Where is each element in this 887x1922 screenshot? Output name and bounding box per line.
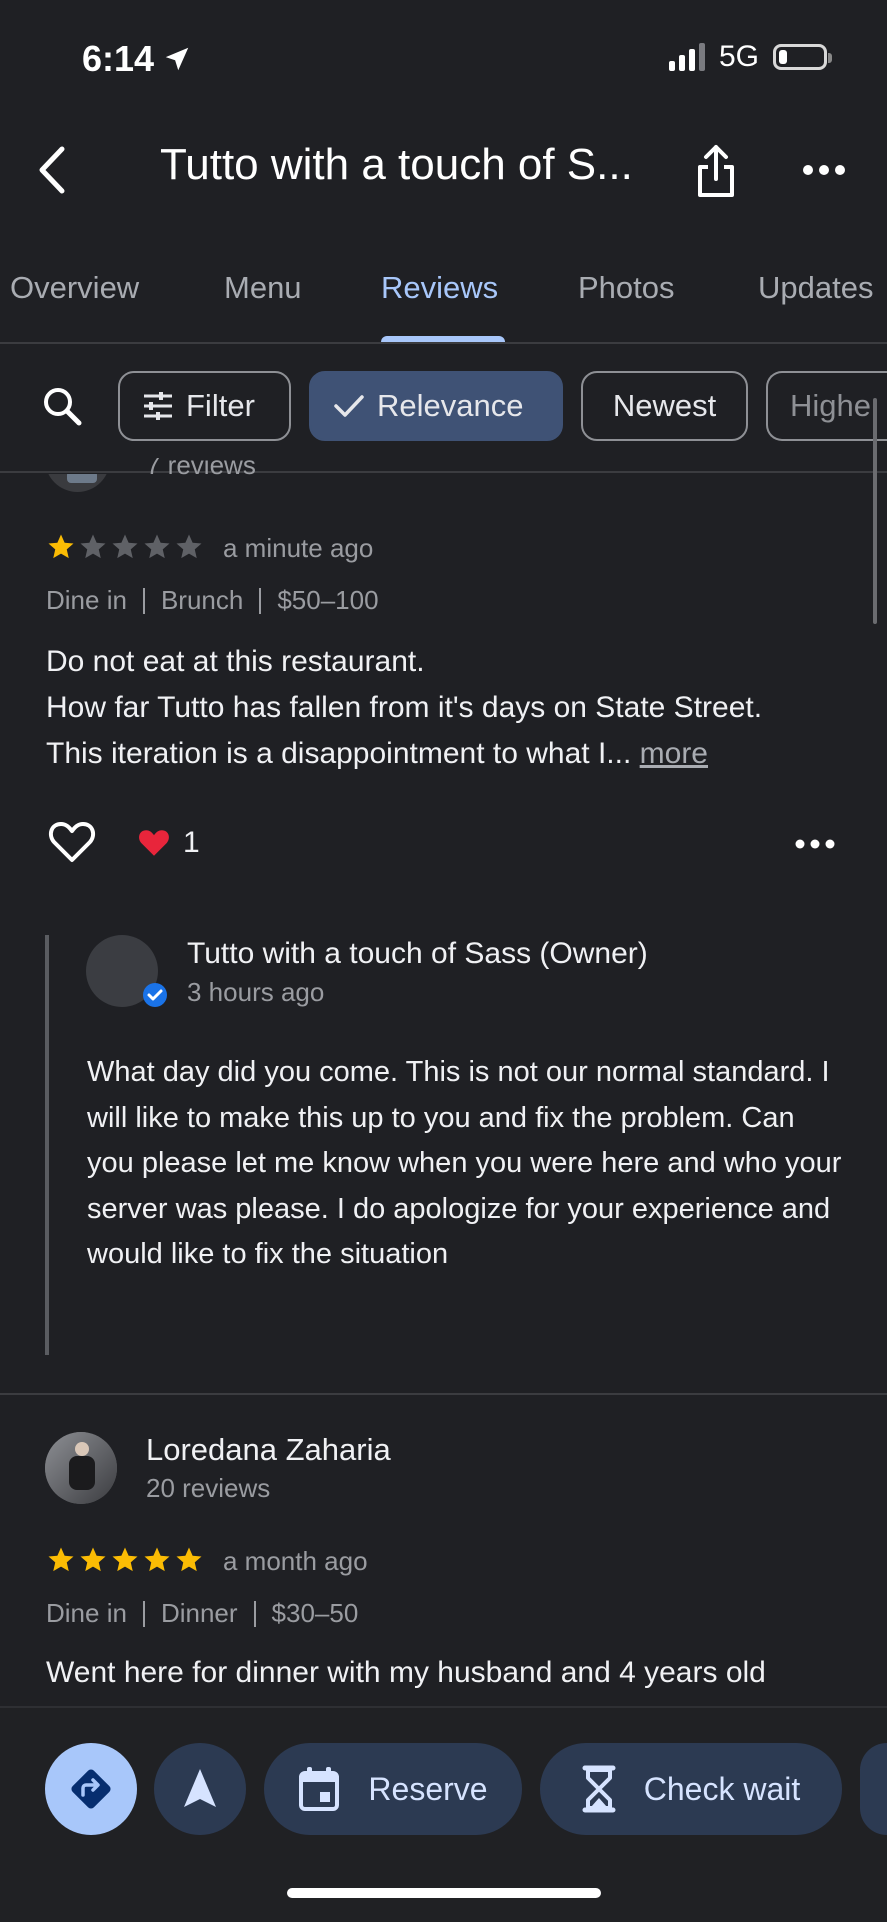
page-title: Tutto with a touch of S...: [160, 140, 633, 189]
back-arrow-icon: [39, 146, 65, 194]
relevance-chip[interactable]: Relevance: [309, 371, 563, 441]
likes-count: 1: [183, 826, 200, 859]
star-empty-icon: [112, 534, 138, 559]
highest-chip[interactable]: Highe: [766, 371, 887, 441]
filter-chip[interactable]: Filter: [118, 371, 291, 441]
reviewer2-avatar[interactable]: [45, 1432, 117, 1504]
more-options-button[interactable]: [796, 150, 852, 190]
review2-meta: Dine in Dinner $30–50: [46, 1598, 358, 1629]
back-button[interactable]: [28, 140, 74, 200]
status-time: 6:14: [82, 38, 192, 80]
reviewer2-review-count: 20 reviews: [146, 1473, 271, 1503]
directions-icon: [71, 1769, 111, 1809]
review1-line-2: How far Tutto has fallen from it's days …: [46, 691, 763, 724]
share-icon: [698, 145, 734, 197]
highest-chip-label: Highe: [790, 388, 871, 423]
active-tab-indicator: [381, 336, 505, 342]
more-horizontal-icon: [795, 839, 835, 849]
review1-rating: [46, 532, 204, 562]
search-icon: [44, 388, 82, 426]
calendar-icon: [299, 1767, 340, 1811]
newest-chip-label: Newest: [612, 388, 717, 423]
relevance-chip-label: Relevance: [377, 388, 524, 423]
tab-bar: Overview Menu Reviews Photos Updates: [0, 258, 887, 344]
navigation-arrow-icon: [184, 1769, 216, 1807]
owner-name: Tutto with a touch of Sass (Owner): [187, 937, 648, 970]
status-time-label: 6:14: [82, 38, 155, 79]
star-filled-icon: [112, 1547, 138, 1572]
hourglass-icon: [582, 1765, 616, 1813]
tab-photos[interactable]: Photos: [578, 270, 675, 306]
network-label: 5G: [718, 40, 759, 73]
review2-text: Went here for dinner with my husband and…: [46, 1656, 766, 1689]
verified-badge-icon: [142, 982, 168, 1008]
battery-icon: [773, 44, 832, 70]
meta-meal: Brunch: [160, 585, 244, 615]
start-navigation-button[interactable]: [154, 1743, 246, 1835]
heart-outline-icon: [48, 822, 96, 862]
review1-line-1: Do not eat at this restaurant.: [46, 645, 425, 678]
location-arrow-icon: [165, 47, 189, 71]
star-filled-icon: [80, 1547, 106, 1572]
home-indicator: [287, 1888, 601, 1898]
more-horizontal-icon: [803, 165, 845, 175]
share-button[interactable]: [688, 140, 744, 202]
star-empty-icon: [80, 534, 106, 559]
reserve-button[interactable]: Reserve: [264, 1743, 522, 1835]
newest-chip[interactable]: Newest: [581, 371, 748, 441]
meta-service: Dine in: [46, 1598, 127, 1628]
filter-chip-label: Filter: [186, 388, 255, 423]
star-filled-icon: [144, 1547, 170, 1572]
tune-icon: [144, 392, 172, 420]
meta-meal: Dinner: [160, 1598, 238, 1628]
review-divider: [0, 1393, 887, 1395]
review1-more-link[interactable]: more: [640, 737, 708, 770]
review2-time: a month ago: [223, 1546, 368, 1576]
reviewer-review-count: 7 reviews: [146, 458, 256, 480]
star-filled-icon: [176, 1547, 202, 1572]
meta-price: $50–100: [277, 585, 379, 615]
reviewer2-name[interactable]: Loredana Zaharia: [146, 1432, 391, 1468]
review1-text: Do not eat at this restaurant. How far T…: [46, 639, 876, 777]
status-indicators: 5G: [668, 40, 832, 74]
owner-reply-bar: [45, 935, 49, 1355]
meta-service: Dine in: [46, 585, 127, 615]
meta-price: $30–50: [271, 1598, 359, 1628]
tab-updates[interactable]: Updates: [758, 270, 873, 306]
star-filled-icon: [48, 1547, 74, 1572]
directions-button[interactable]: [45, 1743, 137, 1835]
review1-meta: Dine in Brunch $50–100: [46, 585, 379, 616]
review2-rating: [46, 1545, 204, 1575]
heart-filled-icon: [139, 830, 169, 856]
like-button[interactable]: [46, 818, 98, 866]
tab-overview[interactable]: Overview: [10, 270, 139, 306]
star-empty-icon: [144, 534, 170, 559]
owner-reply-text: What day did you come. This is not our n…: [87, 1056, 842, 1270]
review1-more-options[interactable]: [790, 830, 840, 858]
reaction-count: 1: [137, 826, 200, 860]
more-actions-pill[interactable]: [860, 1743, 887, 1835]
check-wait-label: Check wait: [643, 1770, 801, 1807]
reviewer-avatar[interactable]: [45, 474, 110, 492]
reserve-label: Reserve: [368, 1770, 488, 1807]
check-icon: [334, 395, 364, 417]
search-reviews-button[interactable]: [38, 382, 86, 430]
owner-reply-time: 3 hours ago: [187, 977, 325, 1007]
check-wait-button[interactable]: Check wait: [540, 1743, 842, 1835]
tab-menu[interactable]: Menu: [224, 270, 302, 306]
scrollbar[interactable]: [873, 398, 877, 624]
star-filled-icon: [48, 534, 74, 559]
star-empty-icon: [176, 534, 202, 559]
signal-icon: [668, 43, 705, 71]
review1-time: a minute ago: [223, 533, 374, 563]
review1-line-3: This iteration is a disappointment to wh…: [46, 737, 640, 770]
tab-reviews[interactable]: Reviews: [381, 270, 498, 306]
